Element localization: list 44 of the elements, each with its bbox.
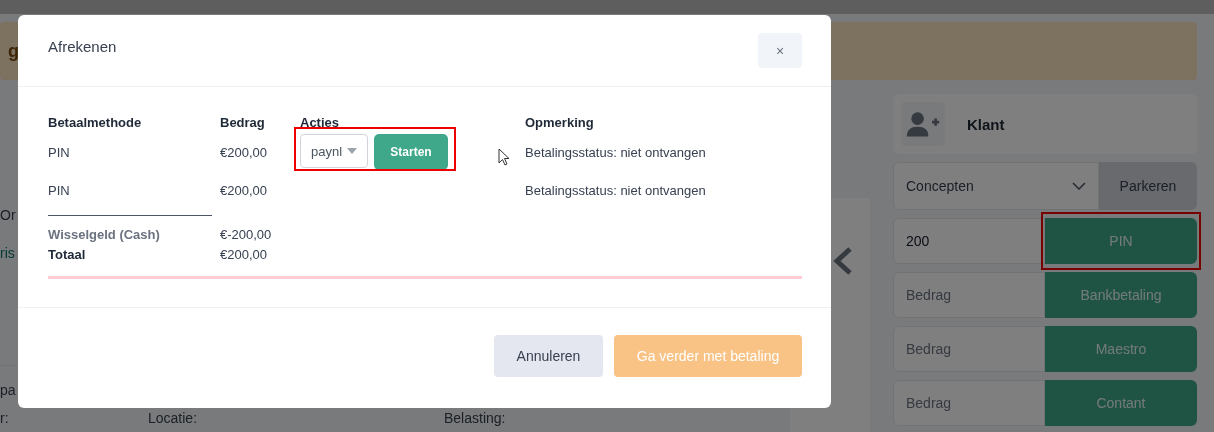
column-header: Bedrag bbox=[220, 115, 266, 132]
concepts-select[interactable]: Concepten bbox=[893, 162, 1099, 210]
dialog-title: Afrekenen bbox=[48, 38, 117, 55]
continue-button[interactable]: Ga verder met betaling bbox=[614, 335, 802, 377]
add-user-icon bbox=[901, 102, 945, 146]
payment-method-button[interactable]: PIN bbox=[1045, 218, 1197, 264]
start-button[interactable]: Starten bbox=[374, 134, 448, 170]
customer-card[interactable]: Klant bbox=[893, 94, 1197, 154]
column-header: Betaalmethode bbox=[48, 115, 143, 132]
chevron-down-icon bbox=[1072, 182, 1086, 190]
field-label: Belasting: bbox=[444, 410, 506, 426]
customer-label: Klant bbox=[967, 115, 1005, 133]
table-cell-text: PIN bbox=[48, 181, 71, 200]
summary-amount: €200,00 bbox=[220, 247, 268, 262]
page-text[interactable]: ris bbox=[0, 245, 15, 261]
cursor-icon bbox=[498, 148, 510, 166]
page-text: Or bbox=[0, 207, 16, 223]
summary-label: Totaal bbox=[48, 247, 87, 262]
park-button[interactable]: Parkeren bbox=[1099, 162, 1197, 210]
chevron-left-icon[interactable] bbox=[833, 246, 853, 276]
cancel-button[interactable]: Annuleren bbox=[494, 335, 603, 377]
caret-down-icon bbox=[347, 148, 358, 154]
payment-method-button[interactable]: Contant bbox=[1045, 380, 1197, 426]
table-cell-text: Betalingsstatus: niet ontvangen bbox=[525, 181, 707, 200]
summary-amount: €-200,00 bbox=[220, 227, 273, 242]
table-cell-text: PIN bbox=[48, 143, 71, 162]
column-header: Opmerking bbox=[525, 115, 595, 132]
banner-text: g bbox=[7, 40, 19, 62]
amount-field[interactable]: 200 bbox=[893, 218, 1045, 264]
amount-field[interactable]: Bedrag bbox=[893, 272, 1045, 318]
column-header: Acties bbox=[300, 115, 341, 132]
table-cell-text: €200,00 bbox=[220, 143, 268, 162]
summary-label: Wisselgeld (Cash) bbox=[48, 227, 161, 242]
field-label: r: bbox=[0, 410, 10, 426]
close-button[interactable]: × bbox=[758, 33, 802, 68]
page-text: pa bbox=[0, 365, 16, 398]
field-label: Locatie: bbox=[148, 410, 199, 426]
amount-field[interactable]: Bedrag bbox=[893, 380, 1045, 426]
amount-field[interactable]: Bedrag bbox=[893, 326, 1045, 372]
payment-method-button[interactable]: Maestro bbox=[1045, 326, 1197, 372]
table-cell-text: Betalingsstatus: niet ontvangen bbox=[525, 143, 707, 162]
table-cell-text: €200,00 bbox=[220, 181, 268, 200]
provider-select[interactable]: paynl bbox=[300, 134, 368, 168]
payment-method-button[interactable]: Bankbetaling bbox=[1045, 272, 1197, 318]
